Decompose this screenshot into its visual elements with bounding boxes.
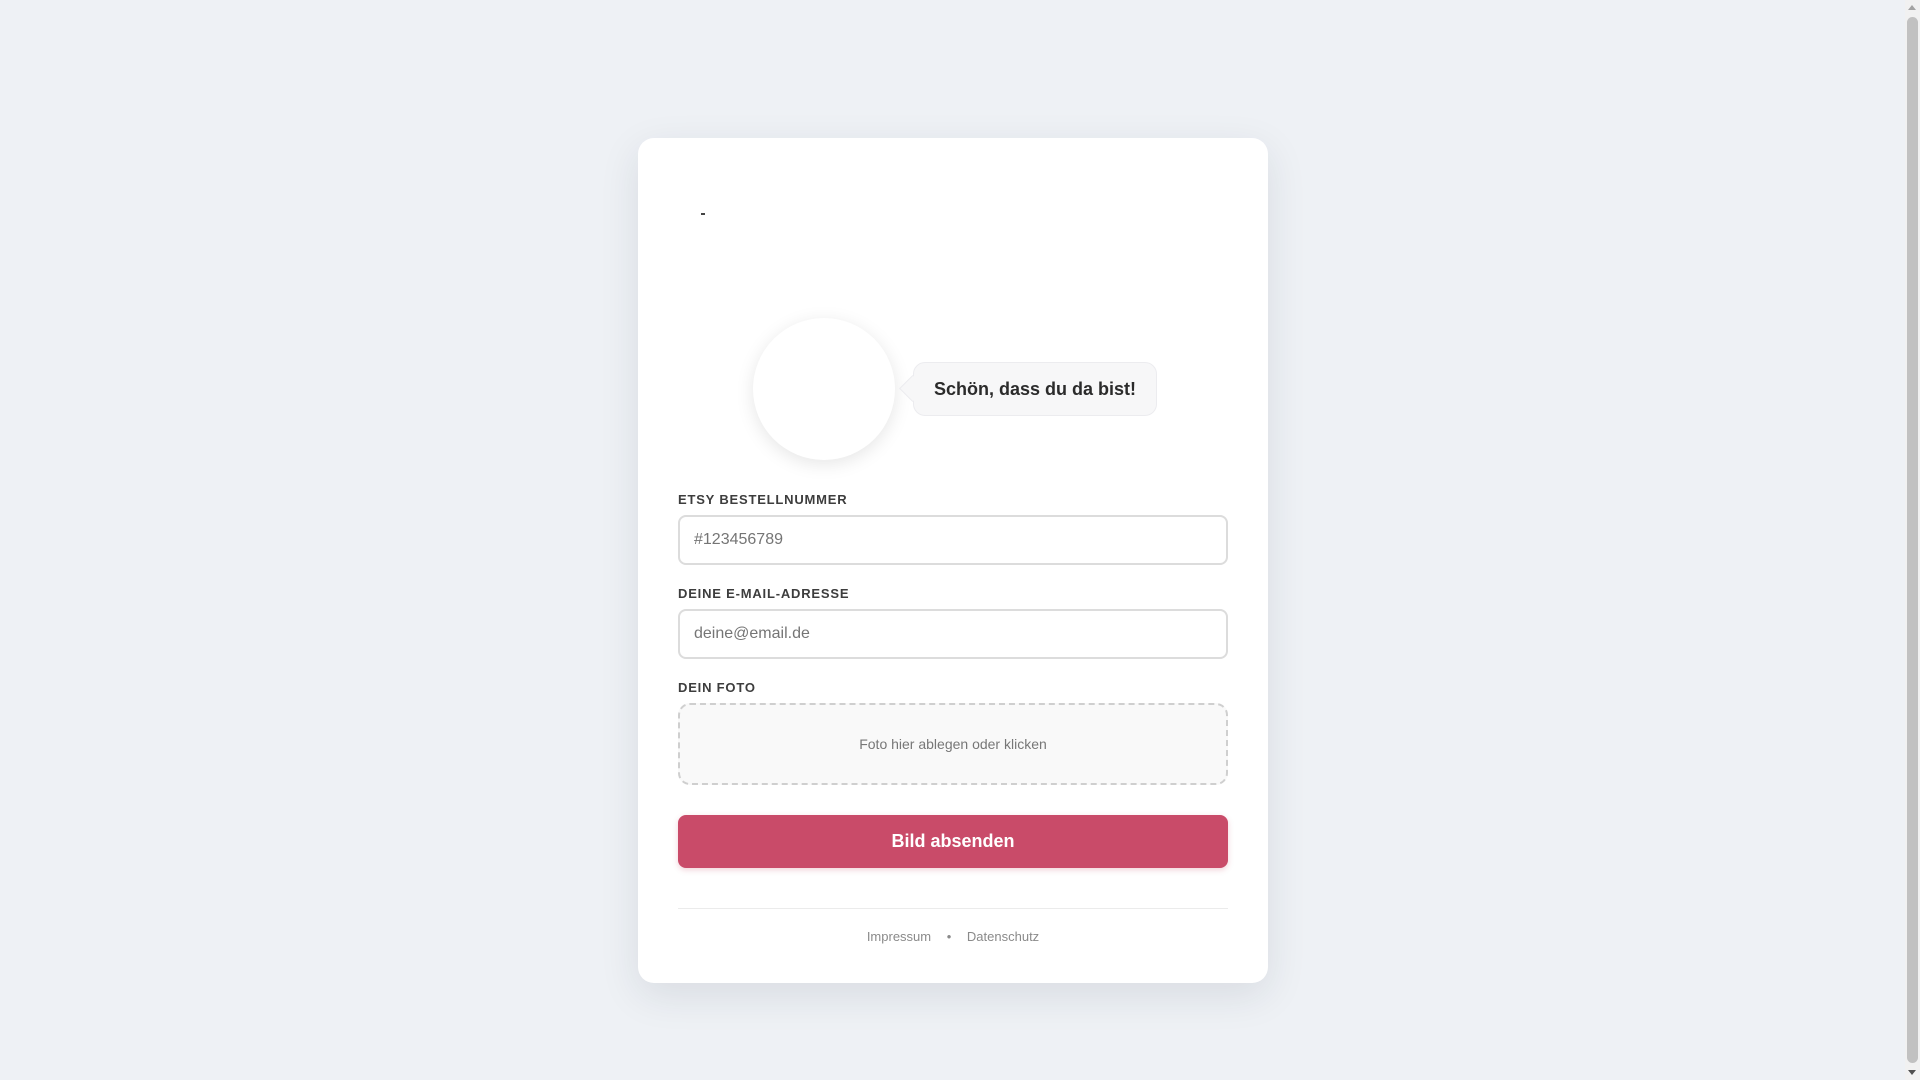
photo-label: DEIN FOTO bbox=[678, 680, 756, 695]
dropzone-text: Foto hier ablegen oder klicken bbox=[859, 736, 1047, 752]
vertical-scrollbar[interactable] bbox=[1905, 0, 1920, 1080]
imprint-link[interactable]: Impressum bbox=[867, 929, 931, 944]
scroll-up-arrow-icon[interactable] bbox=[1908, 5, 1916, 10]
greeting-hero: Schön, dass du da bist! bbox=[638, 318, 1268, 463]
avatar bbox=[753, 318, 895, 460]
footer-divider bbox=[678, 908, 1228, 909]
order-number-input[interactable] bbox=[678, 515, 1228, 565]
upload-card: Schön, dass du da bist! ETSY BESTELLNUMM… bbox=[638, 138, 1268, 983]
speech-bubble-tail bbox=[899, 375, 926, 402]
greeting-text: Schön, dass du da bist! bbox=[934, 378, 1137, 399]
page: Schön, dass du da bist! ETSY BESTELLNUMM… bbox=[0, 0, 1920, 1080]
scrollbar-thumb[interactable] bbox=[1907, 17, 1918, 1063]
scroll-down-arrow-icon[interactable] bbox=[1908, 1070, 1916, 1075]
logo-mark bbox=[701, 213, 705, 215]
order-form: ETSY BESTELLNUMMER DEINE E-MAIL-ADRESSE … bbox=[678, 492, 1228, 944]
photo-dropzone[interactable]: Foto hier ablegen oder klicken bbox=[678, 703, 1228, 785]
submit-button[interactable]: Bild absenden bbox=[678, 815, 1228, 868]
email-input[interactable] bbox=[678, 609, 1228, 659]
order-number-label: ETSY BESTELLNUMMER bbox=[678, 492, 848, 507]
email-label: DEINE E-MAIL-ADRESSE bbox=[678, 586, 850, 601]
speech-bubble: Schön, dass du da bist! bbox=[899, 362, 1158, 416]
footer-separator: • bbox=[946, 929, 952, 944]
footer-links: Impressum • Datenschutz bbox=[678, 929, 1228, 944]
privacy-link[interactable]: Datenschutz bbox=[967, 929, 1039, 944]
